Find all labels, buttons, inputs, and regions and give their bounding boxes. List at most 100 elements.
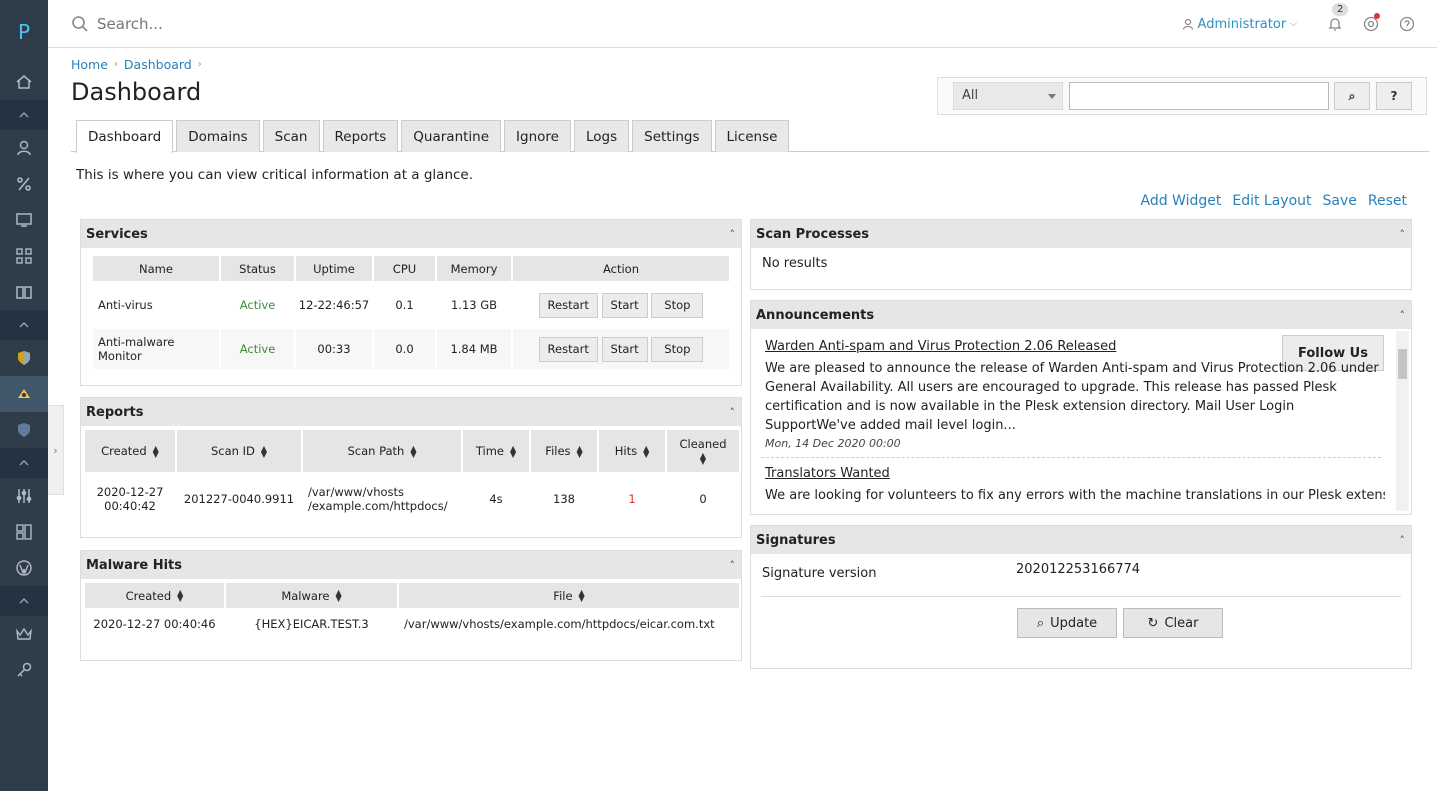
announcement-title-link[interactable]: Warden Anti-spam and Virus Protection 2.… (765, 339, 1265, 354)
table-row[interactable]: 2020-12-27 00:40:42 201227-0040.9911 /var… (85, 474, 739, 524)
monitor-icon[interactable] (0, 202, 48, 238)
tab-scan[interactable]: Scan (262, 120, 320, 152)
restart-button[interactable]: Restart (538, 336, 598, 362)
sortable-header[interactable]: Time ▲ ▼ (463, 430, 529, 472)
filter-search-input[interactable] (1069, 82, 1329, 110)
reports-table: Created ▲ ▼ Scan ID ▲ ▼ Scan Path ▲ ▼ Time ▲ ▼ F… (83, 428, 741, 526)
global-search-input[interactable] (97, 14, 497, 33)
service-cpu: 0.0 (395, 342, 414, 356)
collapse-group-icon[interactable] (0, 100, 48, 130)
help-button[interactable] (1389, 0, 1425, 48)
header-label: Created (101, 444, 147, 458)
clear-button[interactable]: ↻ Clear (1123, 608, 1223, 638)
collapse-up-icon[interactable]: ˄ (730, 559, 736, 572)
sortable-header[interactable]: Scan Path ▲ ▼ (303, 430, 461, 472)
service-memory: 1.13 GB (450, 298, 498, 312)
collapse-up-icon[interactable]: ˄ (730, 406, 736, 419)
collapse-up-icon[interactable]: ˄ (1400, 309, 1406, 322)
breadcrumb-home[interactable]: Home (71, 57, 108, 72)
update-button[interactable]: ⌕ Update (1017, 608, 1117, 638)
services-panel-header: Services ˄ (81, 220, 741, 248)
chevron-down-icon: ⌵ (1290, 19, 1297, 29)
service-status: Active (239, 298, 276, 312)
malware-file: /var/www/vhosts/example.com/httpdocs/eic… (404, 617, 715, 631)
add-widget-link[interactable]: Add Widget (1141, 193, 1222, 209)
stop-button[interactable]: Stop (651, 292, 704, 318)
report-scan-id: 201227-0040.9911 (183, 492, 295, 506)
announcement-title-link[interactable]: Translators Wanted (765, 466, 890, 481)
collapse-group-icon[interactable] (0, 448, 48, 478)
collapse-group-icon[interactable] (0, 586, 48, 616)
restart-button[interactable]: Restart (538, 292, 598, 318)
crown-icon[interactable] (0, 616, 48, 652)
scrollbar[interactable] (1396, 331, 1409, 511)
tab-domains[interactable]: Domains (176, 120, 260, 152)
save-link[interactable]: Save (1323, 193, 1357, 209)
book-icon[interactable] (0, 274, 48, 310)
announcement-item: Warden Anti-spam and Virus Protection 2.… (765, 339, 1265, 354)
collapse-up-icon[interactable]: ˄ (1400, 534, 1406, 547)
table-row[interactable]: 2020-12-27 00:40:46 {HEX}EICAR.TEST.3 /v… (85, 610, 739, 638)
tab-logs[interactable]: Logs (573, 120, 630, 152)
start-button[interactable]: Start (601, 292, 648, 318)
sortable-header[interactable]: Hits ▲ ▼ (599, 430, 665, 472)
tab-settings[interactable]: Settings (632, 120, 712, 152)
sortable-header[interactable]: File ▲ ▼ (399, 583, 739, 608)
tab-reports[interactable]: Reports (322, 120, 399, 152)
announcement-date: Mon, 14 Dec 2020 00:00 (765, 437, 901, 450)
scrollbar-thumb[interactable] (1398, 349, 1407, 379)
sortable-header[interactable]: Malware ▲ ▼ (226, 583, 397, 608)
percent-icon[interactable] (0, 166, 48, 202)
user-icon[interactable] (0, 130, 48, 166)
home-icon[interactable] (0, 64, 48, 100)
sortable-header[interactable]: Created ▲ ▼ (85, 430, 175, 472)
sort-icon: ▲ ▼ (510, 443, 517, 459)
shield-icon[interactable] (0, 340, 48, 376)
key-icon[interactable] (0, 652, 48, 688)
extensions-icon[interactable] (0, 514, 48, 550)
start-button[interactable]: Start (601, 336, 648, 362)
sidebar-expand-handle[interactable]: › (48, 405, 64, 495)
support-button[interactable] (1353, 0, 1389, 48)
signatures-header: Signatures ˄ (751, 526, 1411, 554)
sortable-header[interactable]: Scan ID ▲ ▼ (177, 430, 301, 472)
collapse-up-icon[interactable]: ˄ (730, 228, 736, 241)
header-label: File (553, 588, 573, 603)
collapse-up-icon[interactable]: ˄ (1400, 228, 1406, 241)
header-label: Malware (281, 588, 330, 603)
bell-icon (1328, 18, 1342, 31)
service-memory: 1.84 MB (450, 342, 498, 356)
filter-select[interactable]: All (953, 82, 1063, 110)
breadcrumb-dashboard[interactable]: Dashboard (124, 57, 192, 72)
edit-layout-link[interactable]: Edit Layout (1232, 193, 1311, 209)
notifications-button[interactable]: 2 (1317, 0, 1353, 48)
tab-license[interactable]: License (714, 120, 790, 152)
chevron-right-icon: › (113, 59, 118, 70)
user-menu[interactable]: Administrator ⌵ (1182, 17, 1297, 32)
plesk-logo[interactable]: P (0, 0, 48, 64)
sortable-header[interactable]: Created ▲ ▼ (85, 583, 224, 608)
filter-help-button[interactable]: ? (1376, 82, 1412, 110)
stop-button[interactable]: Stop (651, 336, 704, 362)
report-scan-path: /var/www/vhosts/example.com/httpdocs/ (303, 474, 461, 524)
sort-icon: ▲ ▼ (335, 588, 342, 603)
sortable-header[interactable]: Cleaned ▲ ▼ (667, 430, 739, 472)
filter-search-button[interactable]: ⌕ (1334, 82, 1370, 110)
wordpress-icon[interactable] (0, 550, 48, 586)
help-icon (1399, 16, 1415, 32)
collapse-group-icon[interactable] (0, 310, 48, 340)
warden-icon[interactable] (0, 376, 48, 412)
tab-quarantine[interactable]: Quarantine (401, 120, 502, 152)
tab-ignore[interactable]: Ignore (504, 120, 571, 152)
sortable-header[interactable]: Files ▲ ▼ (531, 430, 597, 472)
sort-icon: ▲ ▼ (260, 443, 268, 459)
security-shield-icon[interactable] (0, 412, 48, 448)
report-created-time: 00:40:42 (104, 499, 156, 513)
filter-select-value: All (962, 88, 979, 103)
tab-dashboard[interactable]: Dashboard (76, 120, 174, 153)
header-label: Created (125, 588, 172, 603)
service-uptime: 00:33 (317, 342, 351, 356)
apps-icon[interactable] (0, 238, 48, 274)
reset-link[interactable]: Reset (1368, 193, 1407, 209)
sliders-icon[interactable] (0, 478, 48, 514)
